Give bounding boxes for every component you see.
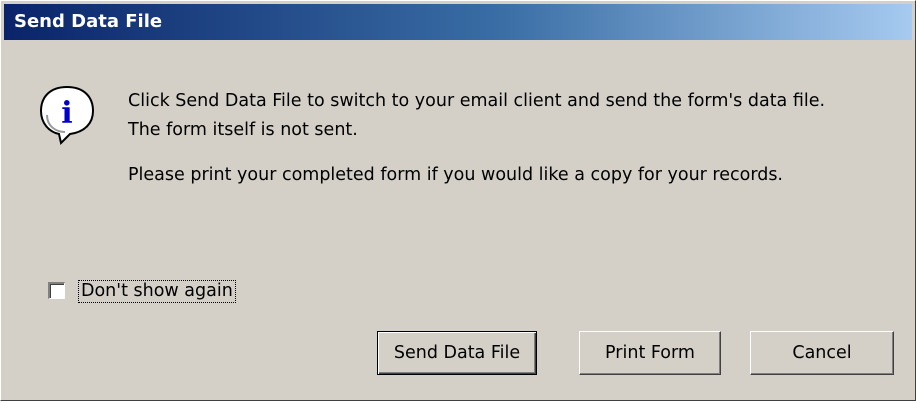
send-data-file-button[interactable]: Send Data File [377,331,537,375]
message-line-1: Click Send Data File to switch to your e… [128,91,826,111]
print-form-button[interactable]: Print Form [579,331,721,375]
message-line-3: Please print your completed form if you … [128,165,783,185]
message-line-2: The form itself is not sent. [128,120,358,140]
information-icon: i [35,83,99,147]
title-bar[interactable]: Send Data File [4,4,912,40]
dialog-title: Send Data File [14,11,163,32]
svg-text:i: i [61,96,72,131]
dont-show-again-label[interactable]: Don't show again [78,279,236,304]
dont-show-again-checkbox[interactable] [48,282,65,299]
send-data-file-dialog: Send Data File i Click Send Data File to… [0,0,916,401]
cancel-button[interactable]: Cancel [750,331,894,375]
